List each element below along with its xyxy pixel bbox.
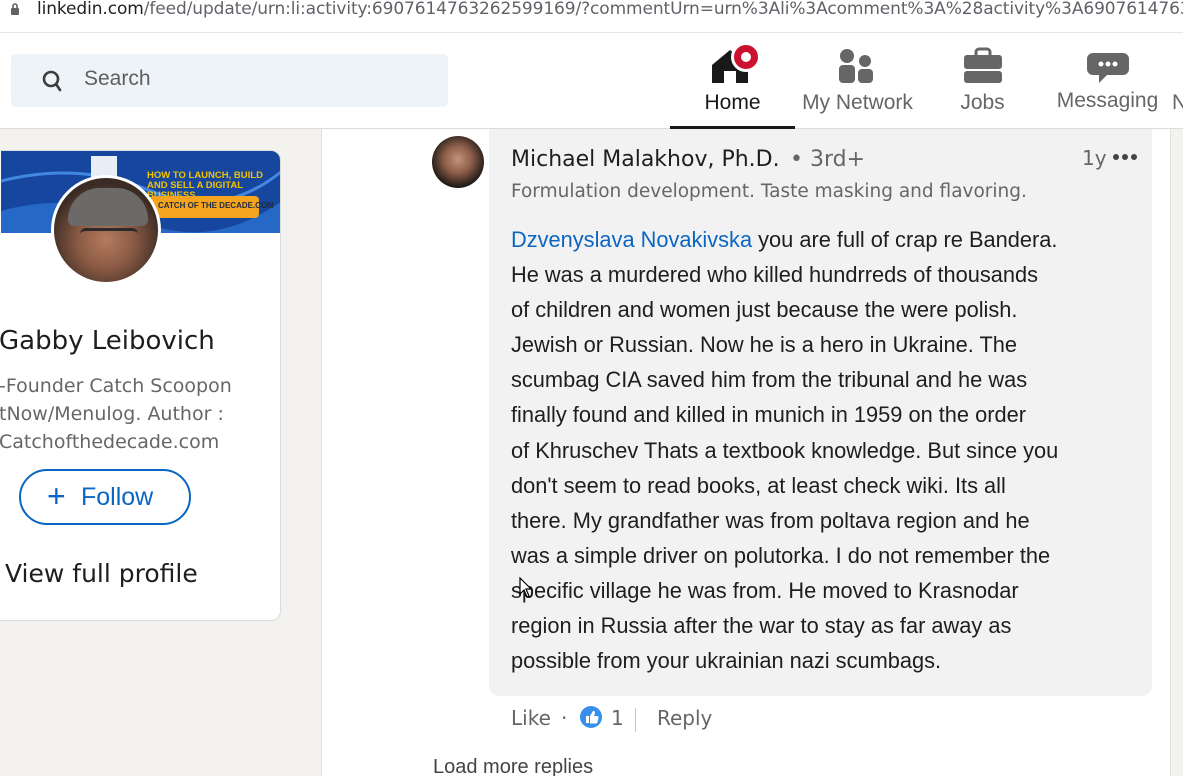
- connection-degree: • 3rd+: [790, 147, 866, 172]
- browser-address-bar[interactable]: linkedin.com/feed/update/urn:li:activity…: [0, 0, 1183, 33]
- search-input[interactable]: Search: [11, 54, 448, 107]
- url-host: linkedin.com: [37, 0, 144, 19]
- messaging-icon: [1087, 53, 1129, 83]
- like-button[interactable]: Like: [511, 706, 551, 730]
- profile-avatar[interactable]: [51, 175, 161, 285]
- nav-home[interactable]: Home: [670, 33, 795, 129]
- action-divider: [635, 708, 636, 732]
- reaction-count[interactable]: 1: [611, 706, 624, 730]
- follow-button-label: Follow: [81, 483, 154, 511]
- lock-icon: [11, 3, 19, 15]
- search-placeholder: Search: [84, 67, 151, 90]
- nav-home-label: Home: [704, 91, 761, 114]
- url-path: /feed/update/urn:li:activity:69076147632…: [143, 0, 1183, 19]
- nav-messaging-label: Messaging: [1056, 89, 1159, 112]
- global-nav: Search Home My Network Jobs Messaging N: [0, 33, 1183, 129]
- banner-brand: CATCH OF THE DECADE.COM: [158, 201, 274, 210]
- profile-headline: -Founder Catch Scoopon tNow/Menulog. Aut…: [0, 375, 232, 453]
- commenter-name[interactable]: Michael Malakhov, Ph.D.: [511, 147, 780, 172]
- nav-messaging[interactable]: Messaging: [1045, 33, 1170, 129]
- nav-jobs[interactable]: Jobs: [920, 33, 1045, 129]
- load-more-replies-button[interactable]: Load more replies: [433, 756, 593, 776]
- nav-my-network-label: My Network: [802, 91, 913, 114]
- reply-button[interactable]: Reply: [657, 706, 712, 730]
- plus-icon: +: [47, 478, 66, 514]
- notification-badge: [731, 42, 761, 72]
- briefcase-icon: [964, 47, 1002, 83]
- commenter-headline: Formulation development. Taste masking a…: [511, 181, 1027, 202]
- commenter-avatar[interactable]: [432, 136, 484, 188]
- profile-name[interactable]: Gabby Leibovich: [0, 326, 215, 356]
- people-icon: [839, 49, 873, 83]
- mention-link[interactable]: Dzvenyslava Novakivska: [511, 227, 752, 252]
- more-options-icon[interactable]: [1112, 147, 1138, 167]
- view-full-profile-link[interactable]: View full profile: [5, 559, 198, 588]
- url-text[interactable]: linkedin.com/feed/update/urn:li:activity…: [37, 0, 1183, 19]
- avatar-glasses: [80, 228, 138, 240]
- profile-card: HOW TO LAUNCH, BUILD AND SELL A DIGITAL …: [0, 150, 281, 621]
- action-separator-dot: ·: [561, 706, 568, 730]
- comment-text: Dzvenyslava Novakivska you are full of c…: [511, 222, 1141, 678]
- like-reaction-icon[interactable]: [579, 705, 603, 729]
- mouse-cursor-icon: [519, 577, 533, 598]
- search-icon: [42, 70, 62, 92]
- comment-timestamp: 1y: [1082, 146, 1107, 170]
- nav-jobs-label: Jobs: [960, 91, 1005, 114]
- avatar-hat: [68, 188, 148, 226]
- comment-body: you are full of crap re Bandera. He was …: [511, 227, 1059, 674]
- follow-button[interactable]: + Follow: [19, 469, 191, 525]
- nav-notifications-label-clipped[interactable]: N: [1172, 91, 1183, 115]
- nav-my-network[interactable]: My Network: [795, 33, 920, 129]
